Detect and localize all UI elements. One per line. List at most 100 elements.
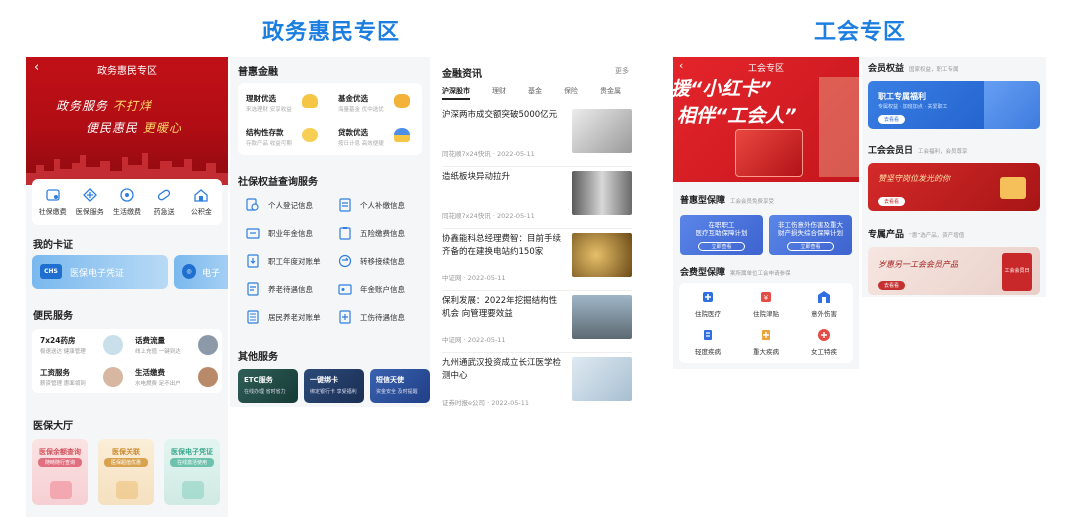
sms-service[interactable]: 短信天使 资金安全 及时提醒 [370, 369, 430, 403]
news-tabs: 沪深股市 理财 基金 保险 贵金属 [442, 86, 632, 102]
section-title-union: 工会专区 [814, 20, 907, 45]
fin-deposit[interactable]: 结构性存款 存款产品 收益可期 [238, 119, 330, 153]
hall-graphic [50, 481, 72, 499]
fin-wealth[interactable]: 理财优选 来选理财 安享收益 [238, 85, 330, 119]
news-image [572, 295, 632, 339]
finance-panel: 普惠金融 理财优选 来选理财 安享收益 基金优选 海量基金 优中选优 结构性存款 存款… [230, 57, 430, 407]
union-panel: ‹ 工会专区 援“小红卡” 相伴“工会人” 普惠型保障 工会会员免费享受 在职职工… [673, 57, 859, 369]
svc-phone-recharge[interactable]: 话费流量 线上充值 一键到达 [127, 329, 222, 361]
go-see-button[interactable]: 去看看 [878, 197, 906, 206]
fin-fund[interactable]: 基金优选 海量基金 优中选优 [330, 85, 422, 119]
news-title: 金融资讯 [442, 69, 482, 80]
convenience-title: 便民服务 [33, 311, 73, 322]
go-see-button[interactable]: 去看看 [878, 115, 906, 124]
rights-banner[interactable]: 职工专属福利 专属权益 · 加班加点 · 关爱职工 去看看 [868, 81, 1040, 129]
go-see-button[interactable]: 去看看 [878, 281, 906, 290]
building-graphic [984, 81, 1040, 129]
accident-icon [817, 290, 831, 304]
svc-life-pay[interactable]: 生活缴费 水电燃费 足不出户 [127, 361, 222, 393]
quick-yibao[interactable]: 医保服务 [72, 187, 108, 217]
member-panel: 会员权益 国家权益，职工专属 职工专属福利 专属权益 · 加班加点 · 关爱职工 … [862, 57, 1046, 297]
life-pay-image [198, 367, 218, 387]
gov-banner: ‹ 政务惠民专区 政务服务 不打烊 便民惠民 更暖心 [26, 57, 228, 185]
mild-illness-icon [701, 328, 715, 342]
more-link[interactable]: 更多 [615, 66, 629, 76]
fee-grid: 住院医疗 ¥ 住院津贴 意外伤害 轻度疾病 重大疾病 女工特疾 [679, 283, 853, 363]
doc-list-icon [338, 198, 352, 212]
fin-loan[interactable]: 贷款优选 按日计息 高效便捷 [330, 119, 422, 153]
view-button[interactable]: 立即查看 [698, 242, 745, 251]
my-cards-title: 我的卡证 [33, 240, 73, 251]
fee-hospital[interactable]: 住院医疗 [679, 285, 737, 323]
query-injury[interactable]: 工伤待遇信息 [330, 305, 422, 329]
pension-doc-icon [246, 282, 260, 296]
query-pension[interactable]: 养老待遇信息 [238, 277, 330, 301]
hall-balance[interactable]: 医保余额查询 随時随行查询 [32, 439, 88, 505]
tab-stocks[interactable]: 沪深股市 [442, 86, 470, 100]
money-bag-icon [394, 94, 410, 108]
fee-allowance[interactable]: ¥ 住院津贴 [737, 285, 795, 323]
card-label: 医保电子凭证 [70, 269, 125, 279]
exclusive-title: 专属产品 “惠”选产品，资产增值 [868, 230, 965, 240]
tab-fund[interactable]: 基金 [528, 86, 542, 96]
card-row: CHS 医保电子凭证 ◎ 电子 [32, 255, 228, 289]
transfer-icon [338, 254, 352, 268]
news-item[interactable]: 九州通武汉投资成立长江医学检测中心 证券时报e公司 · 2022-05-11 [442, 357, 632, 415]
query-annuity[interactable]: 职业年金信息 [238, 221, 330, 245]
yibao-icon [82, 187, 98, 203]
news-item[interactable]: 保利发展：2022年挖掘结构性机会 向管理要效益 中证网 · 2022-05-11 [442, 295, 632, 353]
hall-link[interactable]: 医保关联 医保超值优惠 [98, 439, 154, 505]
id-card-icon [338, 282, 352, 296]
fee-major-illness[interactable]: 重大疾病 [737, 323, 795, 361]
quick-life-pay[interactable]: 生活缴费 [109, 187, 145, 217]
hall-e-voucher[interactable]: 医保电子凭证 在线激活使用 [164, 439, 220, 505]
pharmacy-image [103, 335, 123, 355]
other-title: 其他服务 [238, 352, 278, 363]
exclusive-banner[interactable]: 岁惠另一工会会员产品 去看看 工会会员日 [868, 247, 1040, 295]
quick-shebao[interactable]: 社保缴费 [35, 187, 71, 217]
tab-precious-metal[interactable]: 贵金属 [600, 86, 621, 96]
news-image [572, 171, 632, 215]
news-item[interactable]: 沪深两市成交额突破5000亿元 同花顺7x24快讯 · 2022-05-11 [442, 109, 632, 167]
fee-mild-illness[interactable]: 轻度疾病 [679, 323, 737, 361]
house-icon [193, 187, 209, 203]
e-card-2[interactable]: ◎ 电子 [174, 255, 228, 289]
fee-female[interactable]: 女工特疾 [795, 323, 853, 361]
quick-pill[interactable]: 药急送 [146, 187, 182, 217]
tab-wealth[interactable]: 理财 [492, 86, 506, 96]
gift-icon [1000, 177, 1026, 199]
list-doc-icon [246, 310, 260, 324]
pubu-accident-plan[interactable]: 非工伤意外伤害及重大 财产损失综合保障计划 立即查看 [769, 215, 852, 255]
news-item[interactable]: 协鑫能科总经理费智：目前手续齐备的在建换电站约150家 中证网 · 2022-05… [442, 233, 632, 291]
convenience-grid: 7x24药房 极速送达 健康管理 话费流量 线上充值 一键到达 工资服务 薪资管理 惠… [32, 329, 222, 393]
query-annuity-account[interactable]: 年金账户信息 [330, 277, 422, 301]
news-panel: 金融资讯 更多 沪深股市 理财 基金 保险 贵金属 沪深两市成交额突破5000亿… [432, 57, 637, 412]
query-annual-statement[interactable]: 职工年度对账单 [238, 249, 330, 273]
chs-logo-icon: CHS [40, 264, 62, 279]
svc-pharmacy[interactable]: 7x24药房 极速送达 健康管理 [32, 329, 127, 361]
query-five-insurance[interactable]: 五险缴费信息 [330, 221, 422, 245]
other-services-row: ETC服务 在线办理 省时省力 一键绑卡 绑定银行卡 享受福利 短信天使 资金安全 及… [238, 369, 430, 403]
fee-accident[interactable]: 意外伤害 [795, 285, 853, 323]
finance-box: 理财优选 来选理财 安享收益 基金优选 海量基金 优中选优 结构性存款 存款产品 收益… [238, 83, 422, 155]
pubu-medical-plan[interactable]: 在职职工 医疗互助保障计划 立即查看 [680, 215, 763, 255]
news-item[interactable]: 造纸板块异动拉升 同花顺7x24快讯 · 2022-05-11 [442, 171, 632, 229]
quick-service-bar: 社保缴费 医保服务 生活缴费 药急送 公积金 [32, 179, 222, 225]
bind-card-service[interactable]: 一键绑卡 绑定银行卡 享受福利 [304, 369, 364, 403]
pubu-title: 普惠型保障 工会会员免费享受 [680, 196, 775, 206]
query-personal-info[interactable]: 个人登记信息 [238, 193, 330, 217]
download-doc-icon [246, 254, 260, 268]
view-button[interactable]: 立即查看 [787, 242, 834, 251]
tab-insurance[interactable]: 保险 [564, 86, 578, 96]
phone-image [198, 335, 218, 355]
quick-house-fund[interactable]: 公积金 [183, 187, 219, 217]
etc-service[interactable]: ETC服务 在线办理 省时省力 [238, 369, 298, 403]
query-resident-statement[interactable]: 居民养老对账单 [238, 305, 330, 329]
medical-e-card[interactable]: CHS 医保电子凭证 [32, 255, 168, 289]
svc-salary[interactable]: 工资服务 薪资管理 惠面領到 [32, 361, 127, 393]
card-logo-icon: ◎ [182, 264, 196, 279]
finance-title: 普惠金融 [238, 67, 278, 78]
member-day-banner[interactable]: 赞坚守岗位发光的你 去看看 [868, 163, 1040, 211]
query-transfer[interactable]: 转移接续信息 [330, 249, 422, 273]
query-makeup-pay[interactable]: 个人补缴信息 [330, 193, 422, 217]
